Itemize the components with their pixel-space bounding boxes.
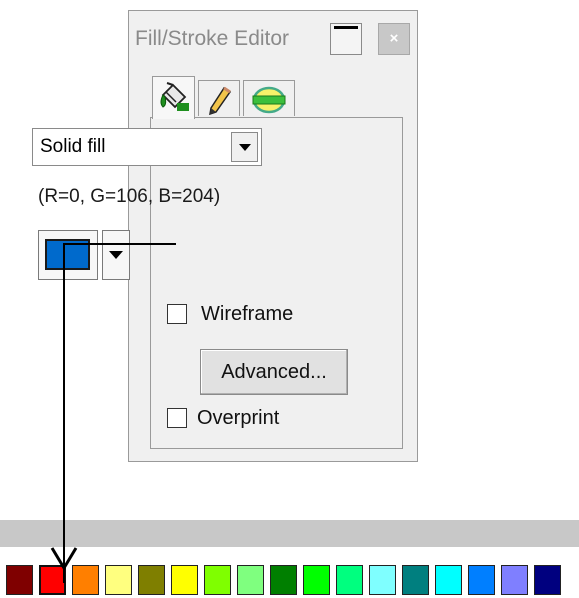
tab-fill[interactable] <box>152 76 195 119</box>
callout-arrow <box>50 243 176 583</box>
paint-bucket-icon <box>160 82 189 111</box>
